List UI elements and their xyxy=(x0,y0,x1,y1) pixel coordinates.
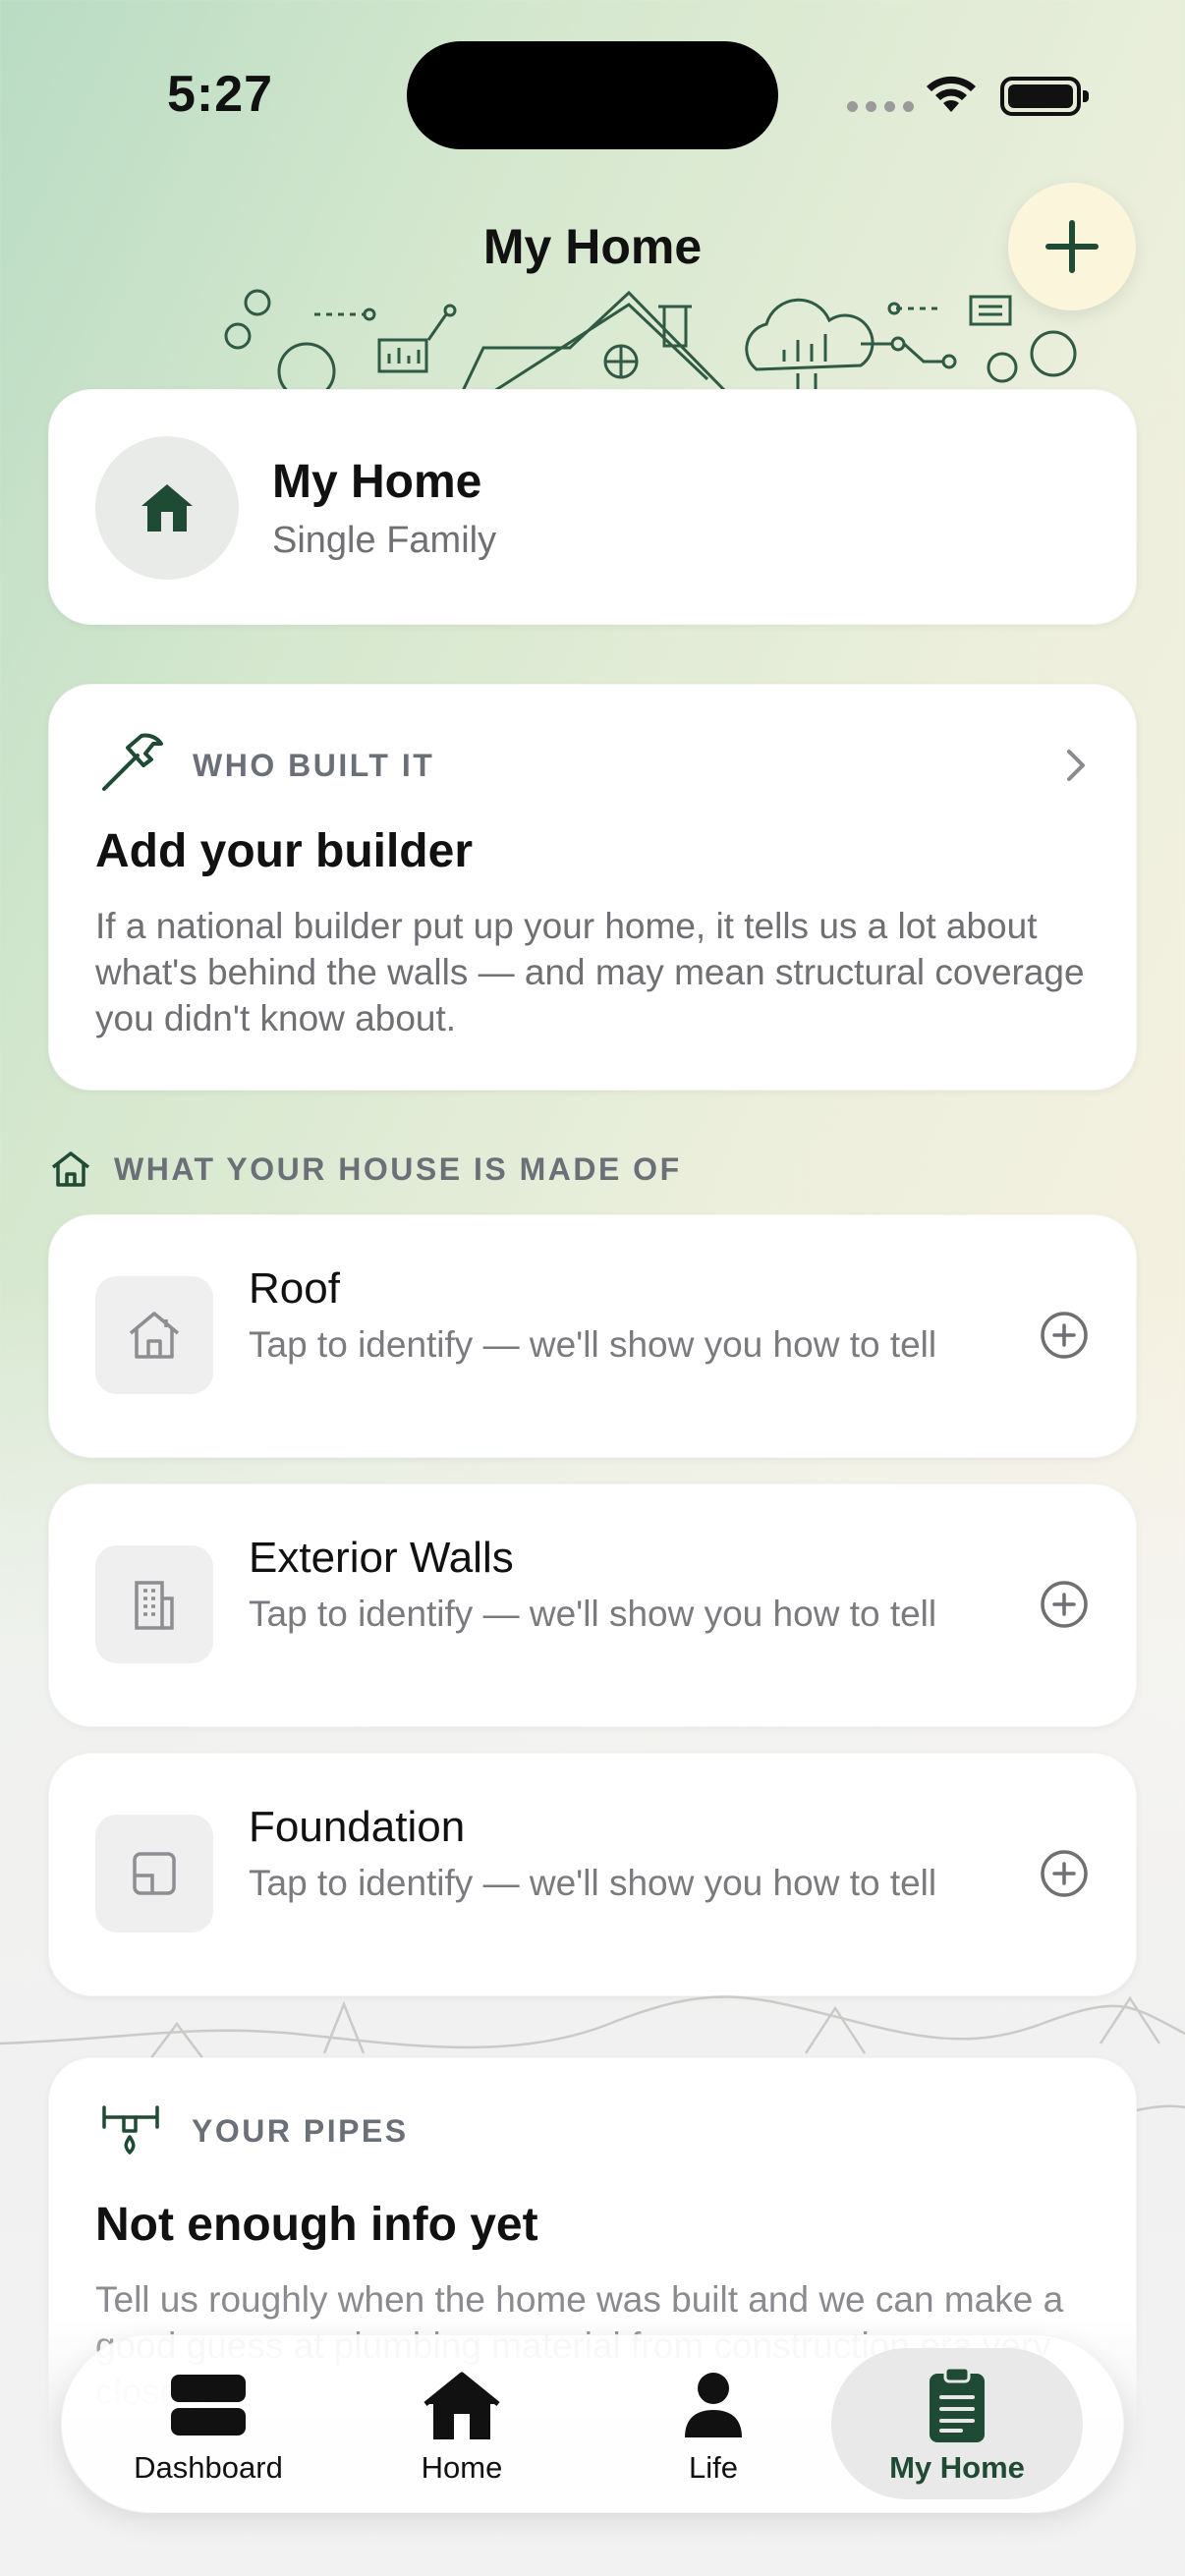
tab-label: Home xyxy=(421,2450,503,2485)
clipboard-icon xyxy=(930,2366,985,2442)
plus-icon xyxy=(1045,220,1099,273)
cellular-signal-icon xyxy=(847,101,914,112)
home-avatar xyxy=(95,436,239,580)
materials-section-header: WHAT YOUR HOUSE IS MADE OF xyxy=(49,1149,682,1189)
material-hint: Tap to identify — we'll show you how to … xyxy=(249,1324,937,1365)
builder-title: Add your builder xyxy=(95,825,473,877)
hammer-icon xyxy=(102,733,163,791)
add-circle-icon[interactable] xyxy=(1039,1848,1090,1899)
dynamic-island xyxy=(407,41,778,149)
house-icon xyxy=(423,2372,500,2439)
wifi-icon xyxy=(927,76,976,112)
material-hint: Tap to identify — we'll show you how to … xyxy=(249,1594,937,1634)
tab-dashboard[interactable]: Dashboard xyxy=(83,2348,334,2499)
building-icon xyxy=(135,1581,174,1630)
home-summary-card[interactable]: My Home Single Family xyxy=(48,389,1137,625)
material-icon-box xyxy=(95,1815,213,1932)
builder-description: If a national builder put up your home, … xyxy=(95,906,1085,1038)
dashboard-icon xyxy=(171,2375,246,2436)
battery-icon xyxy=(1000,77,1089,116)
foundation-icon xyxy=(133,1852,176,1895)
tab-my-home[interactable]: My Home xyxy=(831,2348,1083,2499)
status-time: 5:27 xyxy=(167,66,274,123)
smart-home-illustration xyxy=(224,289,1077,393)
builder-eyebrow: WHO BUILT IT xyxy=(193,748,435,783)
add-circle-icon[interactable] xyxy=(1039,1579,1090,1630)
material-name: Exterior Walls xyxy=(249,1534,514,1582)
material-item-foundation[interactable]: Foundation Tap to identify — we'll show … xyxy=(48,1753,1137,1996)
tab-bar: Dashboard Home Life My Home xyxy=(61,2334,1124,2513)
materials-section-title: WHAT YOUR HOUSE IS MADE OF xyxy=(114,1150,682,1187)
tab-label: Dashboard xyxy=(134,2450,283,2485)
material-icon-box xyxy=(95,1276,213,1394)
pipes-title: Not enough info yet xyxy=(95,2199,538,2251)
material-name: Roof xyxy=(249,1264,340,1313)
material-name: Foundation xyxy=(249,1803,466,1851)
builder-card[interactable]: WHO BUILT IT Add your builder If a natio… xyxy=(48,684,1137,1091)
person-icon xyxy=(685,2373,742,2437)
tab-life[interactable]: Life xyxy=(588,2348,839,2499)
add-circle-icon[interactable] xyxy=(1039,1310,1090,1361)
material-item-exterior-walls[interactable]: Exterior Walls Tap to identify — we'll s… xyxy=(48,1484,1137,1727)
house-outline-icon xyxy=(51,1151,90,1187)
tab-label: Life xyxy=(689,2450,738,2485)
house-icon xyxy=(141,484,193,532)
home-name: My Home xyxy=(272,456,482,508)
material-icon-box xyxy=(95,1545,213,1663)
pipe-faucet-icon xyxy=(102,2105,159,2155)
roof-icon xyxy=(129,1312,180,1359)
pipes-eyebrow: YOUR PIPES xyxy=(192,2113,409,2149)
chevron-right-icon xyxy=(1067,750,1085,781)
material-item-roof[interactable]: Roof Tap to identify — we'll show you ho… xyxy=(48,1214,1137,1458)
material-hint: Tap to identify — we'll show you how to … xyxy=(249,1863,937,1903)
tab-label: My Home xyxy=(889,2450,1025,2485)
home-type: Single Family xyxy=(272,520,497,561)
tab-home[interactable]: Home xyxy=(336,2348,588,2499)
